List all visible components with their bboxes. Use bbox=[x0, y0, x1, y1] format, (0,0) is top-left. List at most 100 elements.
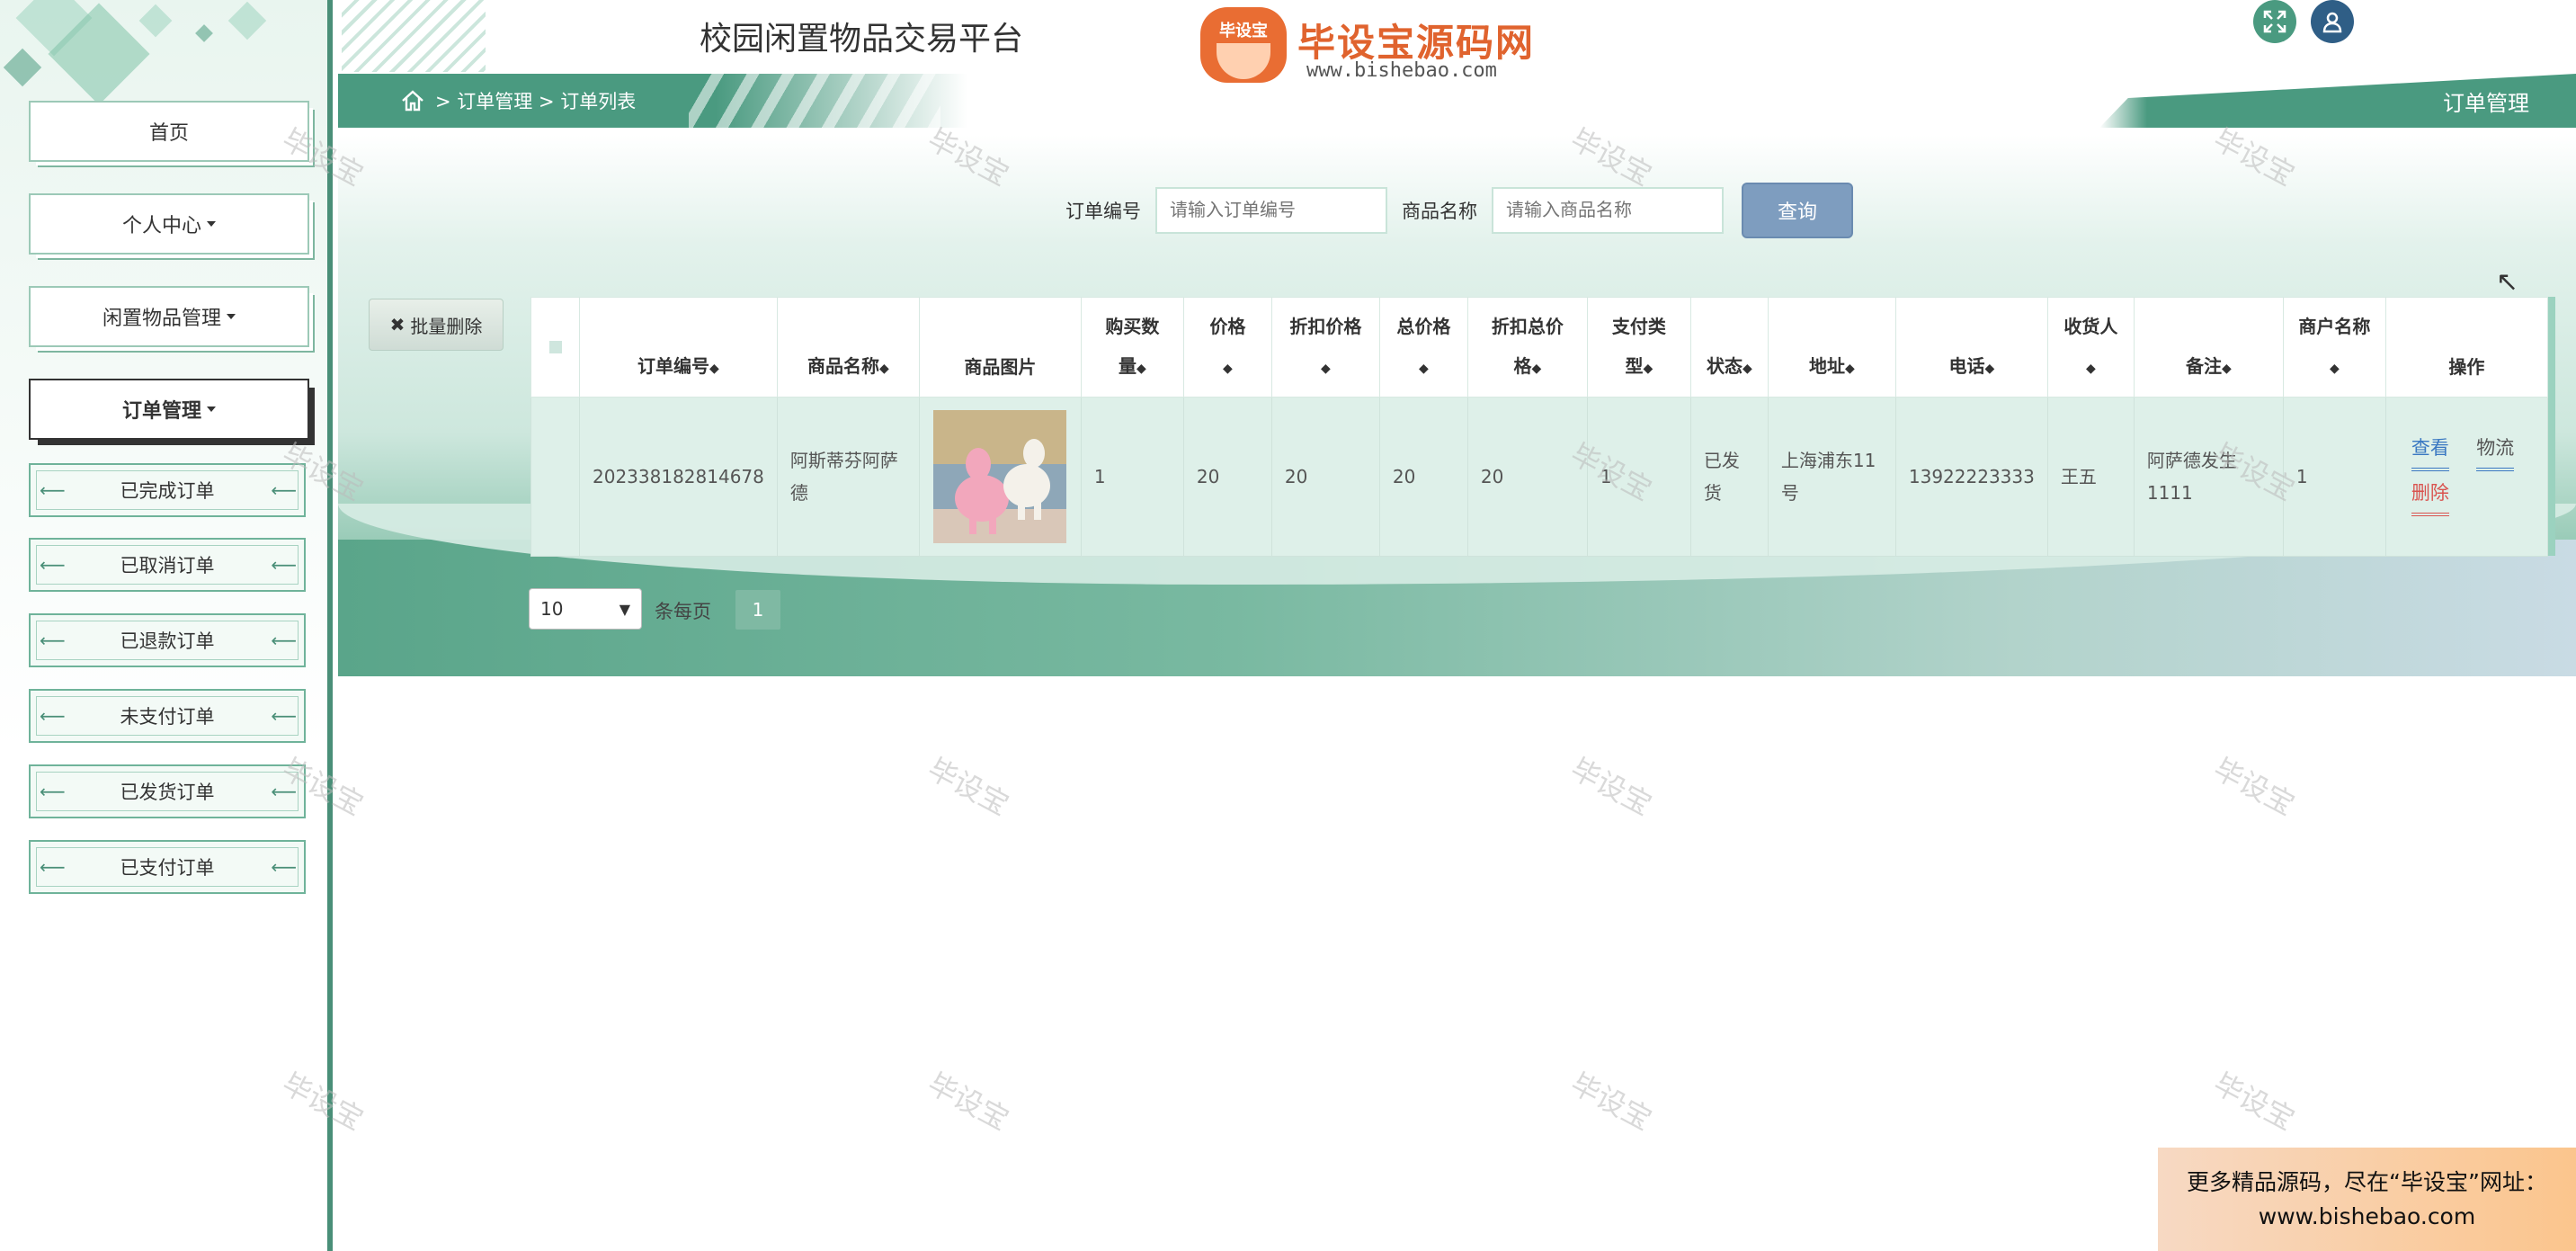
cell-discount-price: 20 bbox=[1270, 397, 1380, 557]
col-receiver[interactable]: 收货人 ◆ bbox=[2046, 297, 2135, 398]
caret-down-icon bbox=[207, 407, 216, 412]
goods-name-label: 商品名称 bbox=[1402, 201, 1477, 222]
delete-button[interactable]: 删除 bbox=[2411, 477, 2449, 516]
sort-icon: ◆ bbox=[709, 361, 719, 376]
cell-order-no: 202338182814678 bbox=[579, 397, 778, 557]
sort-icon: ◆ bbox=[1418, 361, 1429, 376]
sort-icon: ◆ bbox=[878, 361, 889, 376]
fullscreen-button[interactable] bbox=[2253, 0, 2296, 43]
sidebar-subitem-label: 已发货订单 bbox=[120, 782, 215, 803]
page-size-select[interactable]: 10 ▼ bbox=[529, 588, 642, 630]
col-phone[interactable]: 电话◆ bbox=[1894, 297, 2048, 398]
per-page-label: 条每页 bbox=[655, 601, 711, 622]
watermark: 毕设宝 bbox=[2207, 751, 2301, 823]
sidebar-item-orders[interactable]: 订单管理 bbox=[29, 379, 309, 440]
select-all-checkbox[interactable] bbox=[530, 297, 580, 398]
search-button[interactable]: 查询 bbox=[1742, 183, 1853, 238]
sidebar-subitem-unpaid[interactable]: ⟵ 未支付订单 ⟵ bbox=[29, 689, 306, 743]
user-icon bbox=[2322, 12, 2342, 33]
col-quantity[interactable]: 购买数 量◆ bbox=[1080, 297, 1184, 398]
col-merchant[interactable]: 商户名称 ◆ bbox=[2282, 297, 2386, 398]
col-order-no[interactable]: 订单编号◆ bbox=[579, 297, 778, 398]
section-title: 订单管理 bbox=[2099, 74, 2576, 128]
sidebar: 首页 个人中心 闲置物品管理 订单管理 ⟵ 已完成订单 ⟵ ⟵ 已取消订单 ⟵ … bbox=[0, 0, 333, 1251]
close-icon: ✖ bbox=[389, 314, 406, 335]
order-no-label: 订单编号 bbox=[1065, 201, 1141, 222]
cell-merchant: 1 bbox=[2282, 397, 2386, 557]
expand-icon bbox=[2263, 10, 2286, 33]
col-goods-image: 商品图片 bbox=[918, 297, 1082, 398]
view-button[interactable]: 查看 bbox=[2411, 432, 2449, 471]
goods-thumbnail bbox=[933, 410, 1067, 543]
watermark: 毕设宝 bbox=[922, 1066, 1015, 1138]
sidebar-item-label: 订单管理 bbox=[121, 400, 201, 423]
col-remark[interactable]: 备注◆ bbox=[2133, 297, 2284, 398]
sidebar-subitem-cancelled[interactable]: ⟵ 已取消订单 ⟵ bbox=[29, 538, 306, 592]
col-discount-total[interactable]: 折扣总价 格◆ bbox=[1466, 297, 1588, 398]
cell-goods-name: 阿斯蒂芬阿萨德 bbox=[776, 397, 920, 557]
sidebar-decoration bbox=[0, 0, 333, 117]
sidebar-item-label: 闲置物品管理 bbox=[102, 308, 221, 330]
cell-total-price: 20 bbox=[1378, 397, 1468, 557]
col-operations: 操作 bbox=[2384, 297, 2549, 398]
arrow-icon: ⟵ bbox=[40, 554, 66, 576]
sort-icon: ◆ bbox=[1222, 361, 1233, 376]
arrow-icon: ⟵ bbox=[271, 856, 297, 878]
sidebar-subitem-completed[interactable]: ⟵ 已完成订单 ⟵ bbox=[29, 463, 306, 517]
breadcrumb: > 订单管理 > 订单列表 bbox=[338, 74, 967, 128]
chevron-down-icon: ▼ bbox=[619, 600, 630, 618]
promo-line-2: www.bishebao.com bbox=[2258, 1202, 2476, 1229]
cell-address: 上海浦东11号 bbox=[1767, 397, 1896, 557]
sort-icon: ◆ bbox=[1844, 361, 1855, 376]
table-header-row: 订单编号◆ 商品名称◆ 商品图片 购买数 量◆ 价格 ◆ 折扣价格 ◆ 总价格 ◆ 折扣… bbox=[530, 297, 2549, 398]
order-no-input[interactable] bbox=[1155, 187, 1387, 234]
sidebar-subitem-shipped[interactable]: ⟵ 已发货订单 ⟵ bbox=[29, 764, 306, 818]
search-button-label: 查询 bbox=[1777, 201, 1817, 224]
sidebar-item-idle-goods[interactable]: 闲置物品管理 bbox=[29, 286, 309, 347]
arrow-icon: ⟵ bbox=[40, 630, 66, 651]
table-row: 202338182814678 阿斯蒂芬阿萨德 1 20 20 20 20 1 … bbox=[530, 397, 2549, 557]
col-discount-price[interactable]: 折扣价格 ◆ bbox=[1270, 297, 1380, 398]
cell-status: 已发货 bbox=[1689, 397, 1769, 557]
breadcrumb-text: > 订单管理 > 订单列表 bbox=[435, 91, 637, 112]
watermark: 毕设宝 bbox=[2207, 1066, 2301, 1138]
arrow-icon: ⟵ bbox=[40, 705, 66, 727]
logo-url: www.bishebao.com bbox=[1306, 59, 1497, 82]
col-total-price[interactable]: 总价格 ◆ bbox=[1378, 297, 1468, 398]
sort-icon: ◆ bbox=[1984, 361, 1995, 376]
sidebar-item-personal-center[interactable]: 个人中心 bbox=[29, 193, 309, 255]
page-button-current[interactable]: 1 bbox=[735, 590, 780, 630]
sort-icon: ◆ bbox=[2085, 361, 2096, 376]
sort-icon: ◆ bbox=[2221, 361, 2232, 376]
sidebar-item-home[interactable]: 首页 bbox=[29, 101, 309, 162]
sidebar-subitem-refunded[interactable]: ⟵ 已退款订单 ⟵ bbox=[29, 613, 306, 667]
logo-badge-text: 毕设宝 bbox=[1219, 22, 1268, 40]
arrow-icon: ⟵ bbox=[271, 479, 297, 501]
arrow-icon: ⟵ bbox=[271, 781, 297, 802]
goods-name-input[interactable] bbox=[1492, 187, 1724, 234]
row-checkbox[interactable] bbox=[530, 397, 580, 557]
logistics-button[interactable]: 物流 bbox=[2476, 432, 2515, 471]
header-decoration bbox=[342, 0, 486, 72]
col-status[interactable]: 状态◆ bbox=[1689, 297, 1769, 398]
col-address[interactable]: 地址◆ bbox=[1767, 297, 1896, 398]
user-button[interactable] bbox=[2311, 0, 2354, 43]
watermark: 毕设宝 bbox=[1564, 751, 1658, 823]
search-bar: 订单编号 商品名称 查询 bbox=[1065, 183, 1853, 238]
sort-icon: ◆ bbox=[1531, 361, 1542, 376]
col-pay-type[interactable]: 支付类 型◆ bbox=[1586, 297, 1691, 398]
sidebar-subitem-label: 未支付订单 bbox=[120, 706, 215, 728]
order-table: 订单编号◆ 商品名称◆ 商品图片 购买数 量◆ 价格 ◆ 折扣价格 ◆ 总价格 ◆ 折扣… bbox=[530, 297, 2555, 557]
home-icon[interactable] bbox=[399, 87, 426, 114]
cell-price: 20 bbox=[1182, 397, 1272, 557]
site-logo: 毕设宝 毕设宝源码网 www.bishebao.com bbox=[1200, 7, 1542, 85]
col-goods-name[interactable]: 商品名称◆ bbox=[776, 297, 920, 398]
sort-icon: ◆ bbox=[2329, 361, 2340, 376]
sidebar-subitem-paid[interactable]: ⟵ 已支付订单 ⟵ bbox=[29, 840, 306, 894]
watermark: 毕设宝 bbox=[922, 751, 1015, 823]
sidebar-subitem-label: 已支付订单 bbox=[120, 857, 215, 879]
batch-delete-button[interactable]: ✖ 批量删除 bbox=[369, 299, 504, 351]
mouse-cursor-icon: ↖ bbox=[2496, 266, 2519, 298]
col-price[interactable]: 价格 ◆ bbox=[1182, 297, 1272, 398]
arrow-icon: ⟵ bbox=[40, 781, 66, 802]
